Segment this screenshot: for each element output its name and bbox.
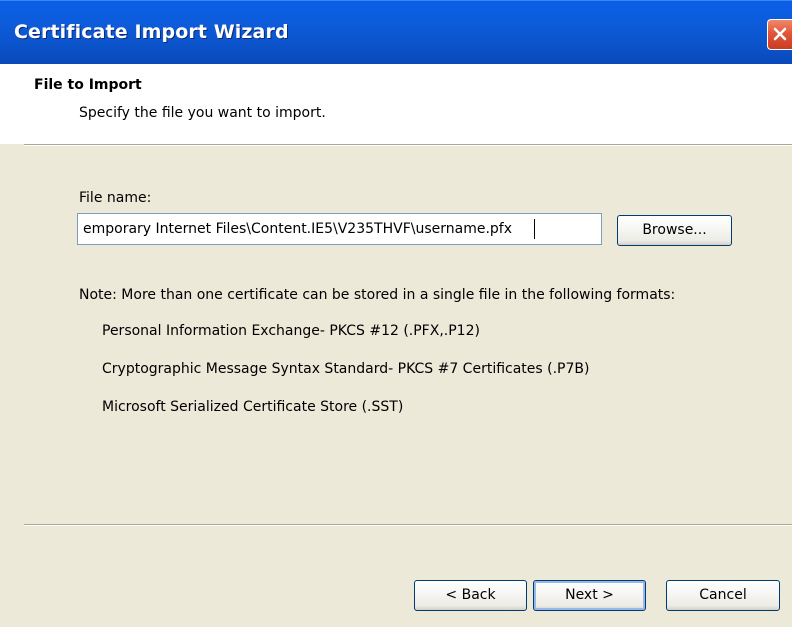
title-bar[interactable]: Certificate Import Wizard [0, 0, 792, 64]
next-button-label: Next > [565, 587, 614, 603]
format-item-sst: Microsoft Serialized Certificate Store (… [102, 399, 404, 415]
close-button[interactable] [767, 19, 792, 50]
note-text: Note: More than one certificate can be s… [79, 287, 676, 303]
format-item-p7b: Cryptographic Message Syntax Standard- P… [102, 361, 590, 377]
window-title: Certificate Import Wizard [14, 21, 289, 43]
browse-button-label: Browse... [642, 222, 707, 238]
text-caret [534, 219, 535, 239]
back-button[interactable]: < Back [414, 580, 527, 611]
page-title: File to Import [34, 77, 142, 93]
format-item-pfx: Personal Information Exchange- PKCS #12 … [102, 323, 480, 339]
page-subtitle: Specify the file you want to import. [79, 105, 326, 121]
file-name-label: File name: [79, 190, 152, 206]
cancel-button-label: Cancel [699, 587, 747, 603]
back-button-label: < Back [445, 587, 496, 603]
header-divider [24, 144, 792, 146]
footer-divider [24, 524, 792, 526]
browse-button[interactable]: Browse... [617, 215, 732, 246]
file-name-value: emporary Internet Files\Content.IE5\V235… [83, 221, 513, 237]
cancel-button[interactable]: Cancel [666, 580, 780, 611]
header-panel: File to Import Specify the file you want… [0, 64, 792, 144]
next-button[interactable]: Next > [533, 580, 646, 611]
file-name-input[interactable]: emporary Internet Files\Content.IE5\V235… [77, 213, 602, 245]
wizard-window: Certificate Import Wizard File to Import… [0, 0, 792, 627]
close-icon [773, 27, 787, 41]
